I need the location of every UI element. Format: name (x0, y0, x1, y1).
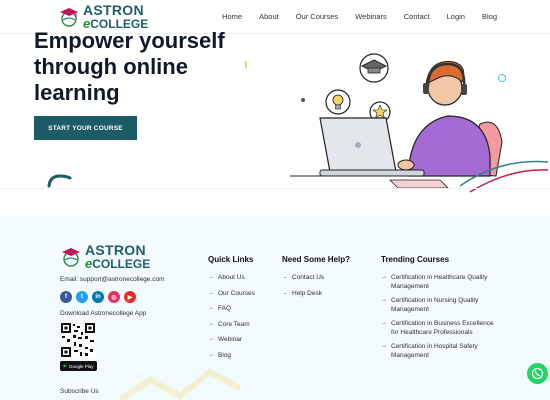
course-link[interactable]: → Certification in Nursing Quality Manage… (381, 296, 501, 314)
footer-link[interactable]: → Blog (208, 351, 255, 360)
twitter-icon[interactable]: t (76, 291, 88, 303)
site-logo[interactable]: ASTRON eCOLLEGE (58, 3, 148, 30)
footer-link[interactable]: → Core Team (208, 320, 255, 329)
footer-link[interactable]: → Contact Us (282, 273, 350, 282)
google-play-button[interactable]: ▶ Google Play (60, 361, 97, 371)
site-footer: ASTRON eCOLLEGE Email: support@astroneco… (0, 216, 550, 400)
whatsapp-icon (531, 367, 544, 380)
logo-wordmark-top: ASTRON (83, 2, 144, 18)
arrow-right-icon: → (381, 274, 387, 280)
footer-wordmark-bottom: COLLEGE (92, 257, 151, 271)
arrow-right-icon: → (381, 320, 387, 326)
footer-logo[interactable]: ASTRON eCOLLEGE (60, 243, 150, 270)
whatsapp-chat-button[interactable] (527, 363, 548, 384)
graduation-cap-globe-icon (60, 246, 82, 268)
footer-link[interactable]: → FAQ (208, 304, 255, 313)
course-link[interactable]: → Certification in Hospital Safety Manage… (381, 342, 501, 360)
decorative-dash-icon (245, 61, 247, 68)
footer-link[interactable]: → Our Courses (208, 289, 255, 298)
nav-blog[interactable]: Blog (482, 12, 497, 21)
arrow-right-icon: → (208, 351, 214, 358)
arrow-right-icon: → (381, 297, 387, 303)
graduation-cap-globe-icon (58, 6, 80, 28)
footer-link[interactable]: → Webinar (208, 335, 255, 344)
footer-link[interactable]: → About Us (208, 273, 255, 282)
nav-contact[interactable]: Contact (404, 12, 430, 21)
download-app-label: Download Astronecollege App (60, 310, 147, 317)
trending-heading: Trending Courses (381, 255, 450, 264)
course-link[interactable]: → Certification in Business Excellence fo… (381, 319, 501, 337)
student-laptop-illustration (290, 53, 549, 193)
google-play-label: Google Play (68, 363, 94, 369)
subscribe-heading: Subscribe Us (60, 388, 99, 395)
course-link[interactable]: → Certification in Healthcare Quality Man… (381, 273, 501, 291)
start-course-button[interactable]: START YOUR COURSE (34, 116, 137, 140)
footer-link[interactable]: → Help Desk (282, 289, 350, 298)
arrow-right-icon: → (208, 274, 214, 280)
facebook-icon[interactable]: f (60, 291, 72, 303)
nav-home[interactable]: Home (222, 12, 242, 21)
social-links: f t in ◎ ▶ (60, 291, 136, 303)
nav-about[interactable]: About (259, 12, 279, 21)
footer-email[interactable]: Email: support@astronecollege.com (60, 276, 165, 283)
arrow-right-icon: → (282, 289, 288, 296)
arrow-right-icon: → (381, 343, 387, 349)
arrow-right-icon: → (208, 336, 214, 342)
arrow-right-icon: → (208, 289, 214, 296)
section-divider (0, 188, 550, 189)
qr-code-icon (60, 322, 96, 358)
quick-links-heading: Quick Links (208, 255, 254, 264)
help-heading: Need Some Help? (282, 255, 351, 264)
nav-our-courses[interactable]: Our Courses (296, 12, 339, 21)
play-store-icon: ▶ (63, 363, 67, 368)
linkedin-icon[interactable]: in (92, 291, 104, 303)
arrow-right-icon: → (208, 305, 214, 311)
help-column: Need Some Help? → Contact Us → Help Desk (282, 255, 350, 304)
nav-login[interactable]: Login (447, 12, 465, 21)
nav-menu: Home About Our Courses Webinars Contact … (205, 12, 497, 21)
decorative-pattern-icon (120, 368, 240, 400)
hero-title: Empower yourself through online learning (34, 28, 225, 105)
arrow-right-icon: → (208, 320, 214, 327)
trending-courses-column: Trending Courses → Certification in Healt… (381, 255, 501, 365)
arrow-right-icon: → (282, 274, 288, 280)
footer-wordmark-top: ASTRON (85, 242, 146, 258)
decorative-squiggle-icon (47, 174, 72, 188)
nav-webinars[interactable]: Webinars (355, 12, 387, 21)
instagram-icon[interactable]: ◎ (108, 291, 120, 303)
quick-links-column: Quick Links → About Us → Our Courses → FAQ … (208, 255, 255, 366)
youtube-icon[interactable]: ▶ (124, 291, 136, 303)
